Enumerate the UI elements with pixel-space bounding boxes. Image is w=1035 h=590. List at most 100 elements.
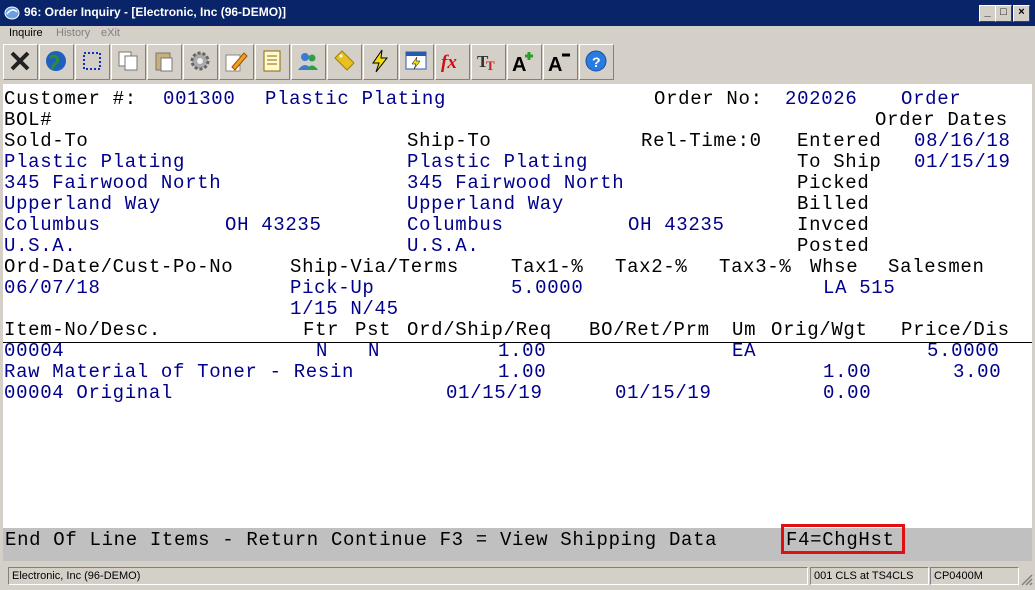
users-button[interactable]: [291, 44, 326, 80]
to-ship-label: To Ship: [797, 151, 882, 173]
minimize-button[interactable]: _: [979, 5, 996, 22]
menu-history[interactable]: History: [56, 27, 90, 39]
ship-to-country: U.S.A.: [407, 235, 480, 257]
sold-to-city: Columbus: [4, 214, 101, 236]
sold-to-name: Plastic Plating: [4, 151, 186, 173]
item-weight: 0.00: [823, 382, 872, 404]
item-prm-date: 01/15/19: [615, 382, 712, 404]
window-title: 96: Order Inquiry - [Electronic, Inc (96…: [24, 5, 287, 19]
tag-icon: [334, 50, 355, 71]
lightning-icon: [372, 49, 389, 73]
invced-label: Invced: [797, 214, 870, 236]
item-number: 00004: [4, 340, 65, 362]
close-x-icon: [10, 51, 30, 71]
globe-button[interactable]: [39, 44, 74, 80]
posted-label: Posted: [797, 235, 870, 257]
entered-date: 08/16/18: [914, 130, 1011, 152]
font-decrease-icon: A: [548, 53, 570, 73]
ship-to-address-2: Upperland Way: [407, 193, 564, 215]
item-ord-qty: 1.00: [498, 340, 547, 362]
ship-to-address-1: 345 Fairwood North: [407, 172, 625, 194]
ship-via: Pick-Up: [290, 277, 375, 299]
menu-bar: Inquire History eXit: [0, 26, 1035, 42]
um-header: Um: [732, 319, 757, 341]
settings-button[interactable]: [183, 44, 218, 80]
ship-to-name: Plastic Plating: [407, 151, 589, 173]
order-date: 06/07/18: [4, 277, 101, 299]
close-x-button[interactable]: [3, 44, 38, 80]
select-rect-icon: [83, 52, 101, 70]
help-button[interactable]: ?: [579, 44, 614, 80]
item-price: 5.0000: [927, 340, 1000, 362]
tax3-label: Tax3-%: [719, 256, 792, 278]
prompt-bar: End Of Line Items - Return Continue F3 =…: [3, 524, 1032, 561]
bol-label: BOL#: [4, 109, 53, 131]
settings-gear-icon: [190, 51, 210, 71]
ord-date-po-label: Ord-Date/Cust-Po-No: [4, 256, 234, 278]
svg-text:A: A: [512, 54, 526, 73]
edit-button[interactable]: [219, 44, 254, 80]
ship-to-label: Ship-To: [407, 130, 492, 152]
run-script-icon: [405, 51, 427, 70]
app-icon: [4, 6, 20, 20]
entered-label: Entered: [797, 130, 882, 152]
title-bar: 96: Order Inquiry - [Electronic, Inc (96…: [0, 0, 1035, 26]
picked-label: Picked: [797, 172, 870, 194]
svg-text:fx: fx: [441, 52, 457, 73]
ftr-header: Ftr: [303, 319, 340, 341]
billed-label: Billed: [797, 193, 870, 215]
terms: 1/15 N/45: [290, 298, 399, 320]
order-no-label: Order No:: [654, 88, 763, 110]
customer-number: 001300: [163, 88, 236, 110]
font-button[interactable]: TT: [471, 44, 506, 80]
font-decrease-button[interactable]: A: [543, 44, 578, 80]
tax1-label: Tax1-%: [511, 256, 584, 278]
function-button[interactable]: fx: [435, 44, 470, 80]
resize-grip-icon[interactable]: [1021, 574, 1033, 586]
notepad-icon: [263, 50, 281, 72]
sold-to-address-1: 345 Fairwood North: [4, 172, 222, 194]
price-dis-header: Price/Dis: [901, 319, 1010, 341]
tag-button[interactable]: [327, 44, 362, 80]
select-rect-button[interactable]: [75, 44, 110, 80]
globe-icon: [46, 51, 66, 71]
tax1-value: 5.0000: [511, 277, 584, 299]
ord-ship-req-header: Ord/Ship/Req: [407, 319, 552, 341]
edit-pencil-icon: [225, 52, 248, 72]
item-discount: 3.00: [953, 361, 1002, 383]
prompt-text: End Of Line Items - Return Continue F3 =…: [5, 529, 730, 551]
terminal-screen: Customer #: 001300 Plastic Plating Order…: [3, 84, 1032, 528]
svg-text:T: T: [486, 58, 495, 73]
f4-highlight-box: [781, 524, 905, 554]
customer-label: Customer #:: [4, 88, 137, 110]
run-script-button[interactable]: [399, 44, 434, 80]
lightning-button[interactable]: [363, 44, 398, 80]
item-pst: N: [368, 340, 381, 362]
order-word: Order: [901, 88, 962, 110]
function-fx-icon: fx: [441, 52, 457, 73]
maximize-button[interactable]: □: [995, 5, 1012, 22]
whse-salesmen-value: LA 515: [823, 277, 896, 299]
status-company: Electronic, Inc (96-DEMO): [8, 567, 808, 585]
item-um: EA: [732, 340, 757, 362]
status-bar: Electronic, Inc (96-DEMO) 001 CLS at TS4…: [0, 564, 1035, 590]
sold-to-country: U.S.A.: [4, 235, 77, 257]
item-original-label: 00004 Original: [4, 382, 174, 404]
menu-exit[interactable]: eXit: [101, 27, 120, 39]
copy-icon: [118, 51, 138, 71]
help-icon: ?: [585, 50, 607, 72]
ship-to-city: Columbus: [407, 214, 504, 236]
paste-icon: [155, 52, 173, 72]
notepad-button[interactable]: [255, 44, 290, 80]
font-increase-button[interactable]: A: [507, 44, 542, 80]
item-desc-header: Item-No/Desc.: [4, 319, 161, 341]
orig-wgt-header: Orig/Wgt: [771, 319, 868, 341]
whse-label: Whse: [810, 256, 859, 278]
copy-button[interactable]: [111, 44, 146, 80]
menu-inquire[interactable]: Inquire: [9, 27, 43, 39]
bo-ret-prm-header: BO/Ret/Prm: [589, 319, 710, 341]
status-program: CP0400M: [930, 567, 1019, 585]
salesmen-label: Salesmen: [888, 256, 985, 278]
paste-button[interactable]: [147, 44, 182, 80]
close-button[interactable]: ×: [1013, 5, 1030, 22]
